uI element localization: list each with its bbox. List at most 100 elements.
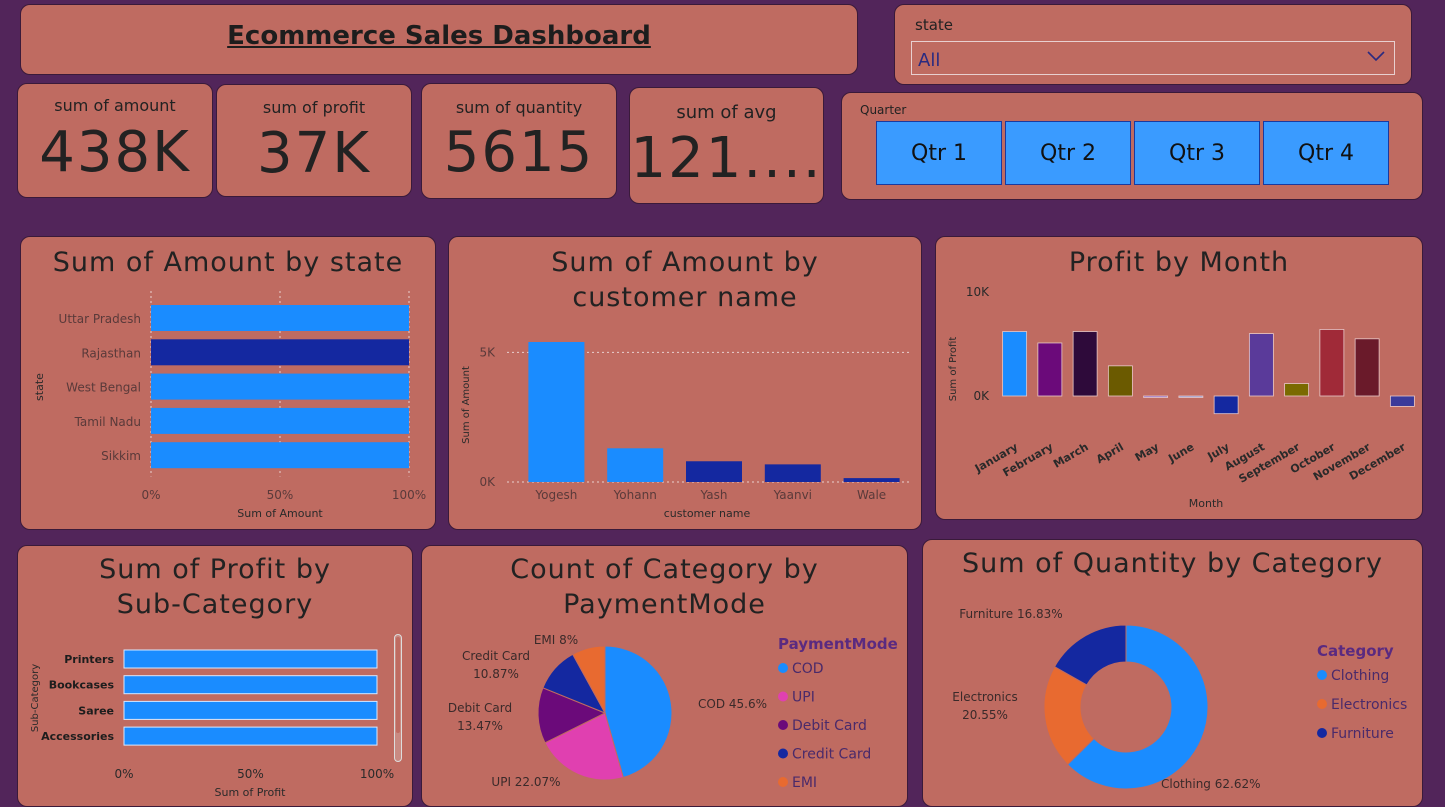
- chart-amount-by-state: Sum of Amount by state 0% 50% 100% Uttar Pr…: [20, 236, 436, 530]
- state-dropdown[interactable]: All: [911, 41, 1395, 75]
- bar: [1213, 395, 1239, 415]
- bar: [764, 464, 821, 482]
- bar: [151, 407, 409, 434]
- bar: [151, 373, 409, 400]
- x-tick-label: March: [1051, 440, 1091, 470]
- quarter-slicer-label: Quarter: [860, 103, 907, 117]
- legend-item: EMI: [792, 775, 817, 791]
- bar: [151, 305, 409, 331]
- slice-label: EMI 8%: [534, 633, 578, 647]
- x-tick-label: April: [1094, 440, 1126, 466]
- y-tick-label: 0K: [973, 389, 990, 403]
- kpi-value: 5615: [443, 120, 595, 185]
- state-bar-chart: 0% 50% 100% Uttar Pradesh Rajasthan West Beng…: [33, 291, 426, 520]
- bar: [123, 649, 378, 669]
- slice-label: Furniture 16.83%: [959, 607, 1062, 621]
- x-tick-label: Yohann: [613, 488, 657, 502]
- kpi-card-quantity: sum of quantity 5615: [421, 83, 617, 199]
- x-tick-label: 0%: [114, 767, 133, 781]
- legend-title: PaymentMode: [778, 635, 898, 653]
- x-tick-label: Yogesh: [534, 488, 577, 502]
- bar: [151, 339, 409, 366]
- x-tick-label: Yash: [700, 488, 728, 502]
- chart-category-by-paymentmode: Count of Category by PaymentMode COD 45.…: [421, 545, 908, 807]
- kpi-label: sum of profit: [262, 98, 366, 117]
- legend-marker: [778, 691, 788, 702]
- slice-label: UPI 22.07%: [491, 775, 560, 789]
- y-tick-label: Saree: [78, 704, 114, 717]
- x-axis-label: Sum of Amount: [237, 507, 323, 520]
- state-dropdown-value: All: [918, 50, 941, 71]
- state-filter-label: state: [915, 16, 953, 34]
- scrollbar-thumb[interactable]: [396, 637, 400, 733]
- x-axis-label: Sum of Profit: [215, 786, 287, 799]
- bar: [1037, 342, 1063, 397]
- customer-bar-chart: 0K 5K Yogesh Yohann Yash Yaanvi Wale customer n…: [461, 342, 911, 520]
- kpi-label: sum of amount: [54, 96, 176, 115]
- kpi-card-profit: sum of profit 37K: [216, 84, 412, 197]
- kpi-value: 37K: [257, 121, 371, 186]
- legend-item: Credit Card: [792, 747, 871, 763]
- legend-marker: [778, 720, 788, 730]
- x-tick-label: Wale: [857, 488, 886, 502]
- kpi-card-avg: sum of avg 121....: [629, 87, 824, 204]
- bar: [151, 442, 409, 469]
- slice-label: Credit Card: [462, 649, 530, 663]
- paymentmode-pie-chart: COD 45.6% UPI 22.07% Debit Card 13.47% Credi…: [448, 633, 898, 791]
- legend-item: Electronics: [1331, 697, 1407, 713]
- chevron-down-icon: [1366, 48, 1386, 68]
- bar: [1107, 365, 1133, 397]
- scrollbar[interactable]: [394, 634, 402, 762]
- bar: [123, 700, 378, 720]
- slice-label: 13.47%: [457, 719, 503, 733]
- slice-label: Debit Card: [448, 701, 512, 715]
- category-donut-chart: Clothing 62.62% Electronics 20.55% Furnitur…: [952, 607, 1407, 791]
- legend-item: Furniture: [1331, 726, 1394, 742]
- legend-item: Clothing: [1331, 668, 1389, 684]
- quarter-button-1[interactable]: Qtr 1: [876, 121, 1002, 185]
- legend-item: Debit Card: [792, 718, 867, 734]
- chart-profit-by-subcategory: Sum of Profit by Sub-Category Printers Bo…: [17, 545, 413, 807]
- month-bar-chart: 10K0KJanuaryFebruaryMarch April May June Jul…: [948, 285, 1415, 510]
- y-tick-label: 5K: [479, 345, 496, 359]
- quarter-button-3[interactable]: Qtr 3: [1134, 121, 1260, 185]
- legend-marker: [1317, 670, 1327, 680]
- bar: [123, 675, 378, 695]
- y-tick-label: Sikkim: [101, 449, 141, 463]
- x-tick-label: June: [1165, 440, 1196, 465]
- y-axis-label: state: [33, 373, 46, 401]
- y-tick-label: 10K: [966, 285, 990, 299]
- x-axis-label: customer name: [664, 507, 751, 520]
- y-axis-label: Sum of Profit: [948, 337, 959, 402]
- bar: [1284, 383, 1310, 397]
- chart-quantity-by-category: Sum of Quantity by Category Clothing 62.…: [922, 539, 1423, 807]
- legend-item: UPI: [792, 690, 815, 706]
- y-tick-label: Rajasthan: [81, 346, 141, 360]
- bar: [123, 726, 378, 746]
- subcategory-bar-chart: Printers Bookcases Saree Accessories 0% 50% 10…: [30, 649, 394, 799]
- quarter-slicer-card: Quarter Qtr 1 Qtr 2 Qtr 3 Qtr 4: [841, 92, 1423, 200]
- y-axis-label: Sum of Amount: [461, 366, 472, 444]
- y-tick-label: Accessories: [41, 730, 114, 743]
- y-tick-label: Bookcases: [49, 679, 115, 692]
- bar: [1354, 338, 1380, 397]
- x-tick-label: Yaanvi: [773, 488, 812, 502]
- bar: [1072, 331, 1098, 397]
- slice-label: Electronics: [952, 690, 1017, 704]
- bar: [1178, 395, 1204, 398]
- bar: [686, 461, 742, 482]
- bar: [607, 448, 664, 482]
- y-tick-label: Uttar Pradesh: [59, 312, 141, 326]
- bar: [1002, 331, 1028, 397]
- x-axis-label: Month: [1189, 497, 1224, 510]
- bar: [1319, 329, 1345, 397]
- y-tick-label: West Bengal: [66, 381, 141, 395]
- kpi-value: 121....: [630, 126, 823, 191]
- legend-marker: [778, 777, 788, 787]
- slice-label: 20.55%: [962, 708, 1008, 722]
- quarter-button-2[interactable]: Qtr 2: [1005, 121, 1131, 185]
- slice-label: COD 45.6%: [698, 697, 767, 711]
- state-filter-card: state All: [894, 4, 1412, 85]
- kpi-card-amount: sum of amount 438K: [17, 83, 213, 198]
- quarter-button-4[interactable]: Qtr 4: [1263, 121, 1389, 185]
